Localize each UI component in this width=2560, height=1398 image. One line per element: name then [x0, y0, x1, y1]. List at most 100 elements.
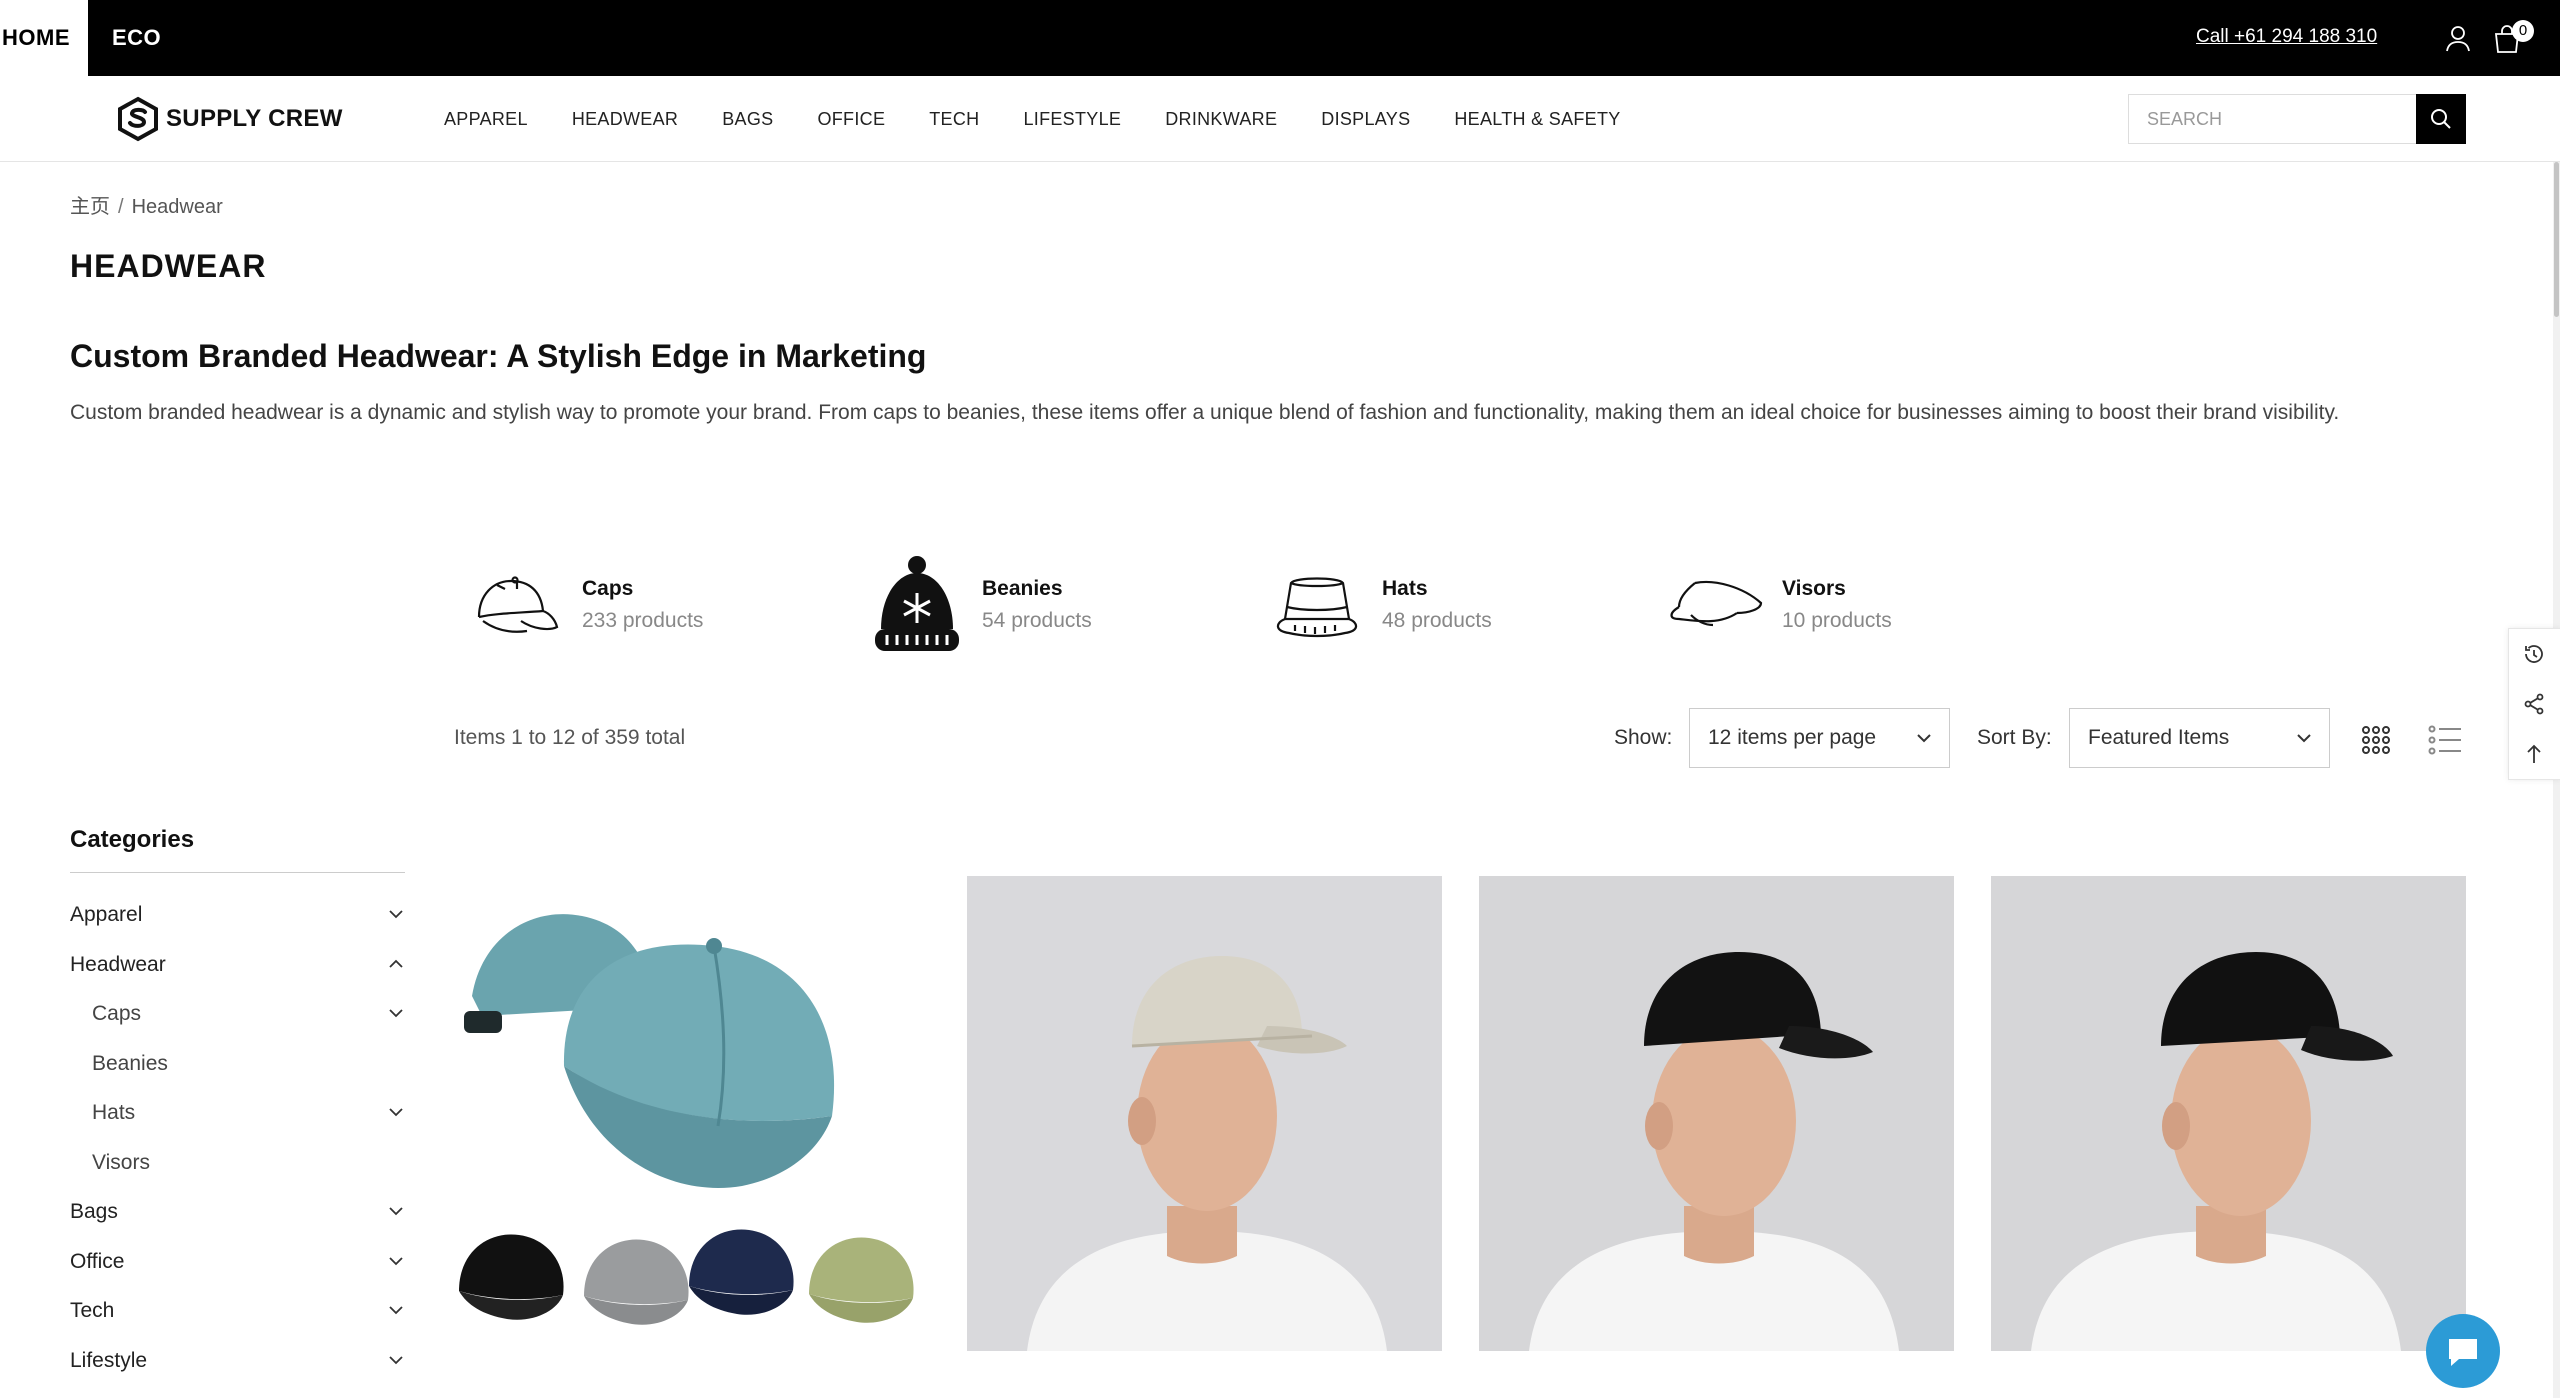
visor-icon — [1670, 580, 1763, 627]
list-view-icon[interactable] — [2428, 724, 2462, 756]
search-icon — [2431, 109, 2451, 129]
search-input[interactable]: SEARCH — [2128, 94, 2416, 144]
sort-value: Featured Items — [2088, 726, 2230, 749]
top-bar: HOME ECO Call +61 294 188 310 0 — [0, 0, 2560, 76]
subcat-caps[interactable]: Caps 233 products — [462, 550, 703, 660]
model-beige-cap-image — [1027, 956, 1387, 1351]
chevron-down-icon[interactable] — [388, 906, 404, 922]
history-icon — [2525, 645, 2543, 663]
main-navigation: SUPPLY CREW APPAREL HEADWEAR BAGS OFFICE… — [0, 76, 2560, 162]
menu-health-safety[interactable]: HEALTH & SAFETY — [1454, 109, 1620, 130]
product-card-image[interactable] — [967, 876, 1442, 1351]
menu-drinkware[interactable]: DRINKWARE — [1165, 109, 1277, 130]
grid-view-icon[interactable] — [2360, 724, 2392, 756]
menu-lifestyle[interactable]: LIFESTYLE — [1023, 109, 1121, 130]
sort-label: Sort By: — [1977, 726, 2052, 749]
category-caps[interactable]: Caps — [70, 991, 410, 1041]
model-black-cap-side-image — [2031, 952, 2401, 1351]
user-icon[interactable] — [2444, 24, 2472, 52]
category-list: Apparel Headwear Caps Beanies Hats Visor… — [70, 892, 410, 1387]
category-tech[interactable]: Tech — [70, 1288, 410, 1338]
logo[interactable]: SUPPLY CREW — [116, 96, 343, 142]
category-visors[interactable]: Visors — [70, 1140, 410, 1190]
category-hats[interactable]: Hats — [70, 1090, 410, 1140]
chevron-up-icon[interactable] — [388, 956, 404, 972]
teal-cap-image — [459, 914, 914, 1325]
menu-tech[interactable]: TECH — [929, 109, 979, 130]
subcat-name: Visors — [1782, 577, 1846, 600]
tab-eco[interactable]: ECO — [94, 0, 179, 76]
category-label: Lifestyle — [70, 1348, 148, 1372]
chevron-down-icon[interactable] — [388, 1302, 404, 1318]
chevron-down-icon — [1917, 734, 1931, 743]
beanie-icon — [875, 556, 959, 651]
category-menu: APPAREL HEADWEAR BAGS OFFICE TECH LIFEST… — [444, 76, 1665, 162]
items-per-page-select[interactable]: 12 items per page — [1689, 708, 1950, 768]
breadcrumb-current: Headwear — [131, 196, 223, 218]
cap-icon — [477, 576, 559, 633]
phone-link[interactable]: Call +61 294 188 310 — [2196, 26, 2377, 48]
back-to-top-button[interactable] — [2509, 729, 2559, 779]
subcat-count: 54 products — [982, 609, 1092, 632]
product-card-image[interactable] — [1479, 876, 1954, 1351]
share-button[interactable] — [2509, 679, 2559, 729]
category-label: Visors — [92, 1150, 150, 1174]
search-button[interactable] — [2416, 94, 2466, 144]
bucket-hat-icon — [1276, 577, 1358, 638]
categories-title: Categories — [70, 826, 195, 853]
category-label: Beanies — [92, 1051, 168, 1075]
menu-office[interactable]: OFFICE — [817, 109, 885, 130]
category-beanies[interactable]: Beanies — [70, 1041, 410, 1091]
page-title: HEADWEAR — [70, 248, 267, 284]
chevron-down-icon[interactable] — [388, 1253, 404, 1269]
subcat-name: Beanies — [982, 577, 1063, 600]
category-bags[interactable]: Bags — [70, 1189, 410, 1239]
subcat-hats[interactable]: Hats 48 products — [1262, 550, 1492, 660]
tab-home[interactable]: HOME — [0, 0, 88, 76]
subcat-name: Hats — [1382, 577, 1428, 600]
product-card-image[interactable] — [1991, 876, 2466, 1351]
subcat-beanies[interactable]: Beanies 54 products — [862, 550, 1092, 660]
category-label: Caps — [92, 1002, 142, 1025]
category-label: Office — [70, 1249, 125, 1273]
breadcrumb: 主页 / Headwear — [70, 190, 223, 219]
page-scrollbar[interactable] — [2553, 162, 2560, 1398]
chat-button[interactable] — [2426, 1314, 2500, 1388]
floating-tools — [2508, 628, 2560, 780]
chevron-down-icon[interactable] — [388, 1203, 404, 1219]
category-label: Headwear — [70, 952, 166, 976]
logo-icon — [118, 96, 158, 142]
category-description: Custom branded headwear is a dynamic and… — [70, 401, 2340, 424]
category-headwear[interactable]: Headwear — [70, 942, 410, 992]
menu-displays[interactable]: DISPLAYS — [1321, 109, 1410, 130]
subcat-count: 233 products — [582, 609, 704, 632]
subcat-visors[interactable]: Visors 10 products — [1662, 550, 1892, 660]
logo-text: SUPPLY CREW — [166, 105, 343, 132]
category-label: Tech — [70, 1299, 115, 1322]
breadcrumb-home[interactable]: 主页 — [70, 196, 110, 218]
sort-select[interactable]: Featured Items — [2069, 708, 2330, 768]
chevron-down-icon[interactable] — [388, 1005, 404, 1021]
category-label: Apparel — [70, 903, 143, 926]
subcat-count: 48 products — [1382, 609, 1492, 632]
arrow-up-icon — [2527, 744, 2541, 763]
recently-viewed-button[interactable] — [2509, 629, 2559, 679]
menu-headwear[interactable]: HEADWEAR — [572, 109, 678, 130]
scrollbar-thumb[interactable] — [2554, 162, 2559, 317]
menu-apparel[interactable]: APPAREL — [444, 109, 528, 130]
share-icon — [2524, 693, 2544, 715]
category-apparel[interactable]: Apparel — [70, 892, 410, 942]
chevron-down-icon[interactable] — [388, 1104, 404, 1120]
menu-bags[interactable]: BAGS — [722, 109, 773, 130]
items-total-text: Items 1 to 12 of 359 total — [454, 726, 686, 749]
subcat-count: 10 products — [1782, 609, 1892, 632]
category-lifestyle[interactable]: Lifestyle — [70, 1338, 410, 1388]
chevron-down-icon — [2297, 734, 2311, 743]
category-headline: Custom Branded Headwear: A Stylish Edge … — [70, 338, 927, 374]
model-black-cap-image — [1529, 952, 1899, 1351]
chevron-down-icon[interactable] — [388, 1352, 404, 1368]
product-card-image[interactable] — [454, 876, 929, 1351]
items-per-page-value: 12 items per page — [1708, 726, 1877, 749]
category-office[interactable]: Office — [70, 1239, 410, 1289]
categories-divider — [70, 872, 405, 873]
